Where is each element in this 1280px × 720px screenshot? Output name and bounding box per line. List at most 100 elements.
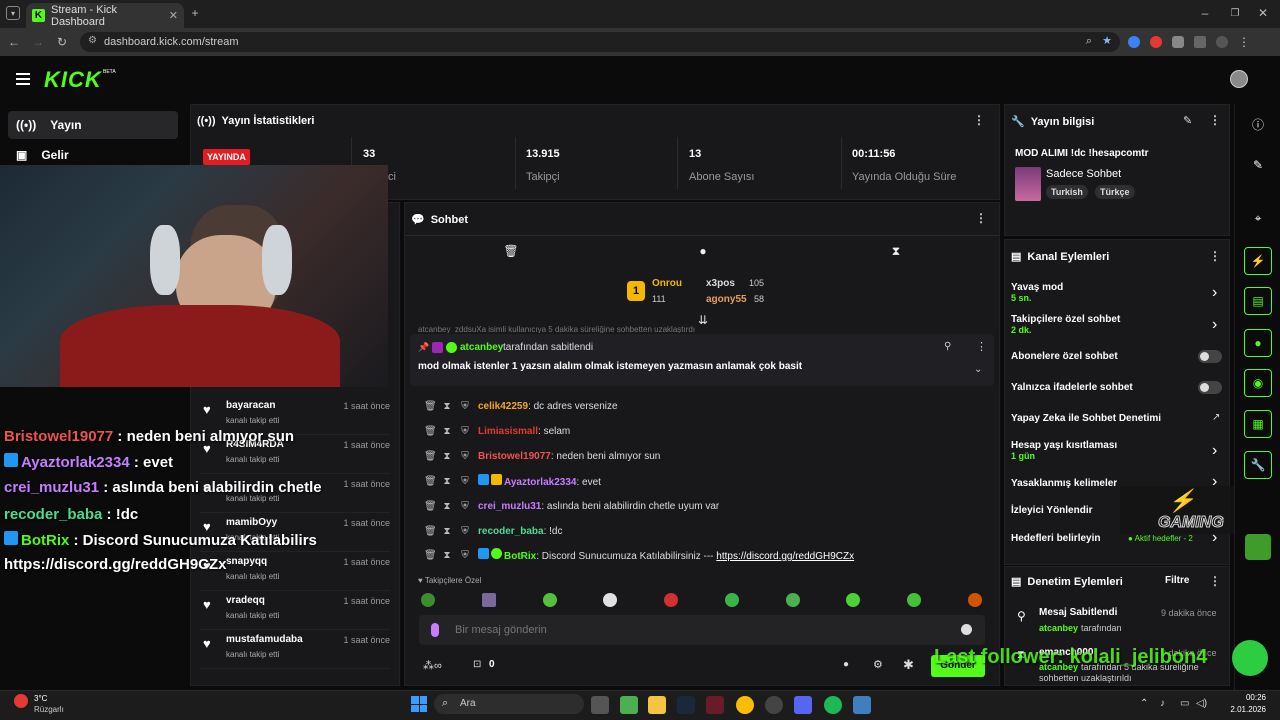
edit-icon[interactable]: ✎: [1244, 151, 1272, 179]
shield-icon[interactable]: ⛨: [460, 401, 470, 412]
timeout-icon[interactable]: ⧗: [442, 426, 452, 437]
spotify-icon[interactable]: [824, 696, 842, 714]
chat-icon[interactable]: ●: [1244, 329, 1272, 357]
moderation-menu-icon[interactable]: ⋮: [1209, 574, 1221, 588]
start-button[interactable]: [411, 696, 427, 712]
user-avatar[interactable]: [1230, 70, 1248, 88]
delete-message-icon[interactable]: 🗑: [424, 501, 437, 512]
chat-link[interactable]: https://discord.gg/reddGH9CZx: [716, 551, 854, 562]
hourglass-icon[interactable]: ⧗: [889, 244, 903, 258]
wrench-icon[interactable]: 🔧: [1244, 451, 1272, 479]
trash-icon[interactable]: 🗑: [503, 244, 518, 258]
emote-icon[interactable]: [543, 593, 557, 607]
puzzle-icon[interactable]: [1194, 36, 1206, 48]
emoji-icon[interactable]: [961, 624, 972, 635]
emote-icon[interactable]: [421, 593, 435, 607]
zoom-icon[interactable]: ⌕: [1086, 35, 1092, 48]
extension-icon[interactable]: [1128, 36, 1140, 48]
back-icon[interactable]: ←: [6, 34, 22, 50]
category-name[interactable]: Sadece Sohbet: [1046, 168, 1121, 180]
site-info-icon[interactable]: ⚙: [88, 35, 97, 46]
floating-action-icon[interactable]: [1232, 640, 1268, 676]
external-link-icon[interactable]: ↗: [1212, 412, 1220, 423]
app-icon[interactable]: [853, 696, 871, 714]
tab-menu-icon[interactable]: ▾: [6, 6, 20, 20]
delete-message-icon[interactable]: 🗑: [424, 526, 437, 537]
puzzle-icon[interactable]: ✱: [903, 657, 914, 673]
steam-icon[interactable]: [677, 696, 695, 714]
emote-icon[interactable]: [786, 593, 800, 607]
shield-icon[interactable]: ⛨: [460, 550, 470, 561]
chat-username[interactable]: recoder_baba: [478, 526, 544, 537]
network-icon[interactable]: ▭: [1180, 698, 1189, 709]
channel-menu-icon[interactable]: ⋮: [1209, 249, 1221, 263]
timeout-icon[interactable]: ⧗: [442, 451, 452, 462]
info-icon[interactable]: ⓘ: [1244, 110, 1272, 138]
minimize-icon[interactable]: –: [1198, 6, 1212, 20]
chevron-right-icon[interactable]: ›: [1212, 316, 1217, 334]
mic-icon[interactable]: ♪: [1160, 698, 1165, 709]
scroll-down-icon[interactable]: ⇊: [696, 313, 710, 327]
app-icon[interactable]: [706, 696, 724, 714]
profile-icon[interactable]: [1216, 36, 1228, 48]
reload-icon[interactable]: ↻: [54, 34, 70, 50]
timeout-icon[interactable]: ⧗: [442, 401, 452, 412]
new-tab-icon[interactable]: +: [188, 6, 202, 20]
chevron-right-icon[interactable]: ›: [1212, 284, 1217, 302]
emote-icon[interactable]: [907, 593, 921, 607]
storage-icon[interactable]: ▦: [1244, 410, 1272, 438]
bookmark-star-icon[interactable]: ★: [1102, 34, 1112, 47]
maximize-icon[interactable]: ❐: [1228, 6, 1242, 20]
stats-menu-icon[interactable]: ⋮: [973, 113, 985, 127]
follower-name[interactable]: snapyqq: [226, 556, 267, 567]
timeout-icon[interactable]: ⧗: [442, 550, 452, 561]
nav-item-stream[interactable]: ((•)) Yayın: [8, 111, 178, 139]
timeout-icon[interactable]: ⧗: [442, 501, 452, 512]
info-menu-icon[interactable]: ⋮: [1209, 113, 1221, 127]
browser-tab[interactable]: K Stream - Kick Dashboard ✕: [26, 3, 184, 28]
task-view-icon[interactable]: [591, 696, 609, 714]
hamburger-menu-icon[interactable]: [16, 73, 30, 85]
chat-username[interactable]: BotRix: [504, 551, 536, 562]
emote-icon[interactable]: [603, 593, 617, 607]
window-close-icon[interactable]: ✕: [1256, 6, 1270, 20]
lightning-icon[interactable]: ⚡: [1244, 247, 1272, 275]
weather-icon[interactable]: [14, 694, 28, 708]
taskbar-search[interactable]: ⌕ Ara: [434, 694, 584, 714]
address-bar[interactable]: ⚙ dashboard.kick.com/stream ⌕ ★: [80, 32, 1120, 52]
emote-only-toggle[interactable]: [1198, 381, 1222, 394]
delete-message-icon[interactable]: 🗑: [424, 426, 437, 437]
shield-icon[interactable]: ⛨: [460, 501, 470, 512]
chat-menu-icon[interactable]: ⋮: [975, 211, 987, 225]
chat-settings-bubble-icon[interactable]: ●: [843, 659, 849, 670]
follower-name[interactable]: vradeqq: [226, 595, 265, 606]
delete-message-icon[interactable]: 🗑: [424, 550, 437, 561]
ai-moderation-row[interactable]: Yapay Zeka ile Sohbet Denetimi: [1011, 413, 1161, 424]
pinned-by-user[interactable]: atcanbey: [460, 342, 503, 353]
kick-logo[interactable]: KICK: [44, 67, 102, 93]
edit-icon[interactable]: ✎: [1183, 114, 1192, 127]
shield-icon[interactable]: ⛨: [460, 526, 470, 537]
unpin-icon[interactable]: ⚲: [944, 341, 951, 352]
viewer-redirect-row[interactable]: İzleyici Yönlendir: [1011, 505, 1093, 516]
screenshot-icon[interactable]: ⌖: [1244, 204, 1272, 232]
shield-icon[interactable]: ⛨: [460, 476, 470, 487]
shield-icon[interactable]: ⛨: [460, 451, 470, 462]
emote-icon[interactable]: [482, 593, 496, 607]
follower-name[interactable]: mamibOyy: [226, 517, 277, 528]
chat-username[interactable]: Bristowel19077: [478, 451, 551, 462]
tab-close-icon[interactable]: ✕: [169, 9, 178, 22]
banned-words-row[interactable]: Yasaklanmış kelimeler: [1011, 478, 1117, 489]
emote-icon[interactable]: [664, 593, 678, 607]
notes-icon[interactable]: ▤: [1244, 287, 1272, 315]
browser-menu-icon[interactable]: ⋮: [1238, 35, 1250, 49]
volume-icon[interactable]: ◁): [1196, 698, 1207, 709]
chrome-icon[interactable]: [736, 696, 754, 714]
category-thumbnail[interactable]: [1015, 167, 1041, 201]
gift-icon[interactable]: ⊡: [473, 659, 481, 670]
chat-input-box[interactable]: [419, 615, 985, 645]
emote-icon[interactable]: [725, 593, 739, 607]
chat-bubble-icon[interactable]: ●: [696, 244, 710, 258]
gear-icon[interactable]: ⚙: [873, 658, 883, 671]
timeout-icon[interactable]: ⧗: [442, 476, 452, 487]
